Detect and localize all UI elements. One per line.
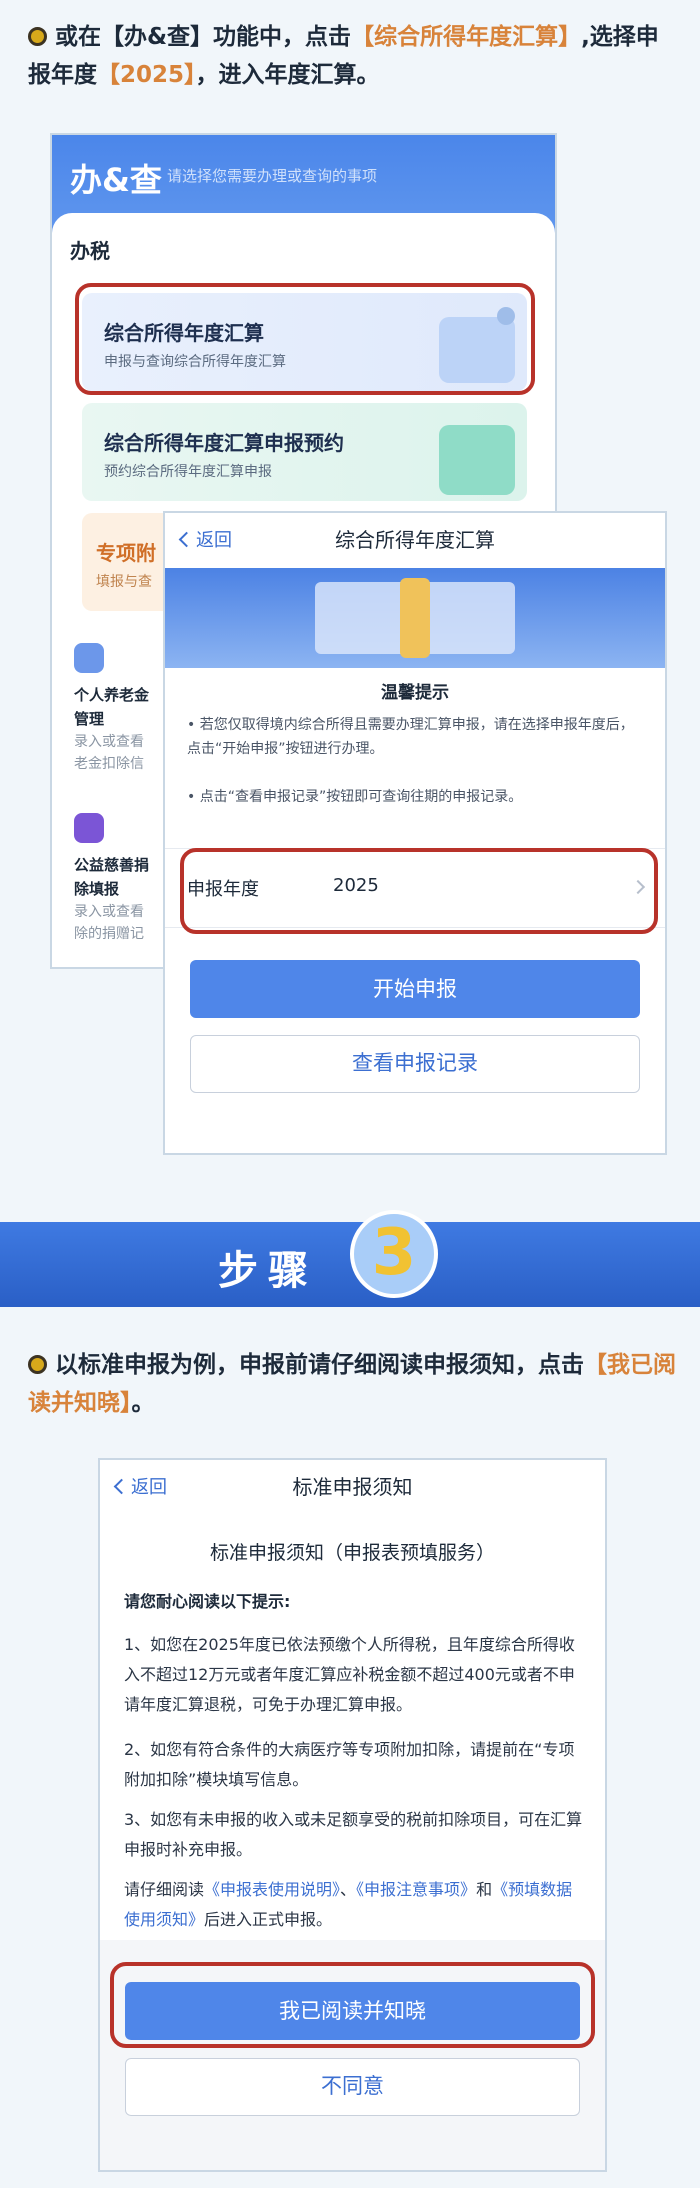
bullet-icon [28, 27, 47, 46]
banner-illustration [165, 568, 665, 668]
start-declaration-button[interactable]: 开始申报 [190, 960, 640, 1018]
notice-title: 温馨提示 [381, 683, 449, 703]
charity-icon [74, 813, 104, 843]
ban-cha-title: 办&查 [70, 161, 162, 199]
highlight-box [180, 848, 658, 934]
side-item-title: 个人养老金 [74, 686, 150, 704]
side-item-desc: 老金扣除信 [74, 756, 144, 772]
notice-lead: 请您耐心阅读以下提示: [124, 1592, 291, 1611]
step-banner: 步骤 3 [0, 1210, 700, 1307]
bullet-icon [28, 1355, 47, 1374]
view-records-button[interactable]: 查看申报记录 [190, 1035, 640, 1093]
side-item-desc: 录入或查看 [74, 904, 144, 920]
doc-link[interactable]: 《申报注意事项》 [356, 1880, 476, 1899]
notice-screen: 标准申报须知 返回 标准申报须知（申报表预填服务） 请您耐心阅读以下提示: 1、… [100, 1460, 605, 2170]
calendar-icon [439, 425, 515, 495]
pension-icon [74, 643, 104, 673]
back-button[interactable]: 返回 [178, 513, 232, 568]
step-number-badge: 3 [350, 1210, 438, 1298]
card-annual-appointment[interactable]: 综合所得年度汇算申报预约 预约综合所得年度汇算申报 [82, 403, 527, 501]
instruction-3: 以标准申报为例，申报前请仔细阅读申报须知，点击【我已阅读并知晓】。 [28, 1346, 676, 1422]
search-input[interactable]: 请选择您需要办理或查询的事项 [167, 165, 377, 186]
notice-paragraph: 3、如您有未申报的收入或未足额享受的税前扣除项目，可在汇算申报时补充申报。 [124, 1810, 583, 1859]
instruction-text: 或在【办&查】功能中，点击 [55, 24, 352, 50]
back-button[interactable]: 返回 [113, 1460, 167, 1515]
side-item-title: 除填报 [74, 880, 120, 898]
highlight-box [75, 283, 535, 395]
instruction-text: 。 [131, 1390, 155, 1416]
card-subtitle: 填报与查 [96, 574, 152, 590]
card-subtitle: 预约综合所得年度汇算申报 [104, 464, 272, 480]
notice-paragraph: 2、如您有符合条件的大病医疗等专项附加扣除，请提前在“专项附加扣除”模块填写信息… [124, 1740, 575, 1789]
chevron-left-icon [178, 531, 195, 548]
step-number: 3 [371, 1216, 417, 1290]
annual-calc-screen: 综合所得年度汇算 返回 温馨提示 • 若您仅取得境内综合所得且需要办理汇算申报，… [165, 513, 665, 1153]
side-item-desc: 录入或查看 [74, 734, 144, 750]
screen-title: 综合所得年度汇算 [165, 513, 665, 568]
side-item-pension[interactable]: 个人养老金 管理 录入或查看 老金扣除信 [74, 683, 150, 793]
screen-title: 标准申报须知 [100, 1460, 605, 1515]
step-label: 步骤 [218, 1248, 318, 1294]
instruction-text: ，进入年度汇算。 [195, 62, 380, 88]
notice-heading: 标准申报须知（申报表预填服务） [209, 1542, 495, 1564]
highlight-box [110, 1962, 595, 2048]
notice-item: • 点击“查看申报记录”按钮即可查询往期的申报记录。 [187, 789, 523, 805]
doc-link[interactable]: 《申报表使用说明》 [204, 1880, 340, 1899]
disagree-button[interactable]: 不同意 [125, 2058, 580, 2116]
side-item-charity[interactable]: 公益慈善捐 除填报 录入或查看 除的捐赠记 [74, 853, 150, 963]
instruction-highlight: 【2025】 [97, 62, 196, 88]
notice-paragraph: 1、如您在2025年度已依法预缴个人所得税，且年度综合所得收入不超过12万元或者… [124, 1635, 575, 1714]
instruction-highlight: 【综合所得年度汇算】 [351, 24, 582, 50]
notice-paragraph: 请仔细阅读《申报表使用说明》、《申报注意事项》和《预填数据使用须知》后进入正式申… [124, 1880, 573, 1929]
side-item-desc: 除的捐赠记 [74, 926, 144, 942]
chevron-left-icon [113, 1478, 130, 1495]
notice-item: • 若您仅取得境内综合所得且需要办理汇算申报，请在选择申报年度后，点击“开始申报… [187, 717, 634, 757]
side-item-title: 管理 [74, 710, 105, 728]
card-title: 专项附 [96, 541, 156, 565]
category-title: 办税 [70, 239, 110, 263]
card-title: 综合所得年度汇算申报预约 [104, 431, 344, 455]
instruction-text: 以标准申报为例，申报前请仔细阅读申报须知，点击 [55, 1352, 584, 1378]
side-item-title: 公益慈善捐 [74, 856, 150, 874]
instruction-1: 或在【办&查】功能中，点击【综合所得年度汇算】,选择申报年度【2025】，进入年… [28, 18, 676, 94]
